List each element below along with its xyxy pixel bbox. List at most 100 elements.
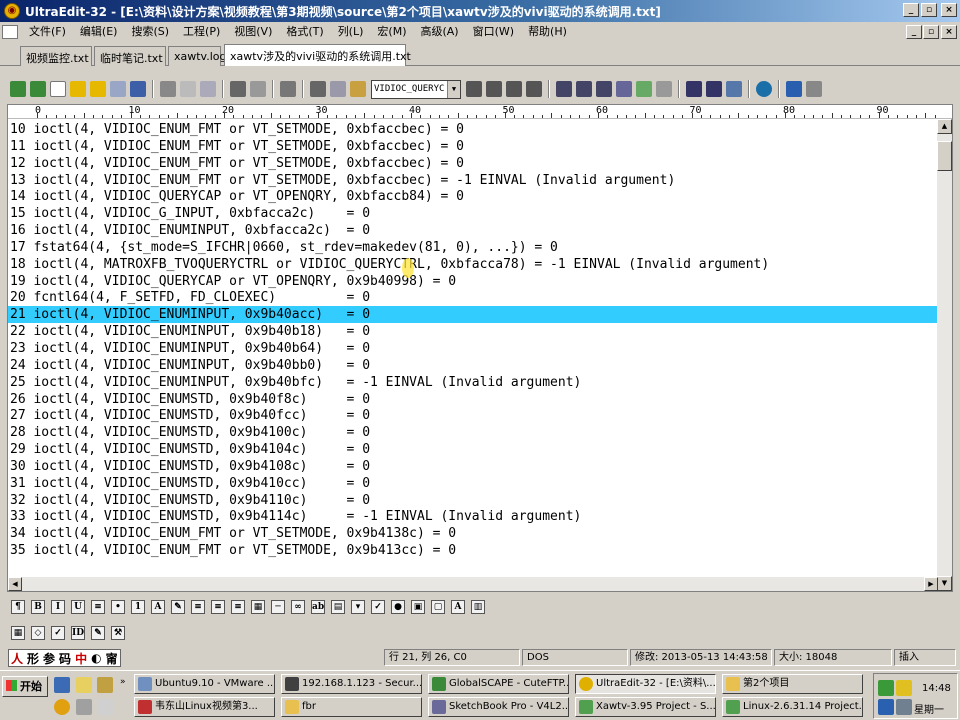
code-line[interactable]: 19 ioctl(4, VIDIOC_QUERYCAP or VT_OPENQR… xyxy=(8,273,938,290)
expand-quicklaunch-icon[interactable]: » xyxy=(120,677,126,687)
code-line[interactable]: 22 ioctl(4, VIDIOC_ENUMINPUT, 0x9b40b18)… xyxy=(8,323,938,340)
open-folder-alt-icon[interactable] xyxy=(90,81,106,97)
italic-icon[interactable]: I xyxy=(51,600,65,614)
vertical-scrollbar[interactable]: ▲ ▼ xyxy=(937,119,952,591)
frame-icon[interactable]: ▢ xyxy=(431,600,445,614)
page-setup-icon[interactable] xyxy=(200,81,216,97)
code-line[interactable]: 14 ioctl(4, VIDIOC_QUERYCAP or VT_OPENQR… xyxy=(8,188,938,205)
menu-help[interactable]: 帮助(H) xyxy=(521,23,574,41)
title-bar[interactable]: ◉ UltraEdit-32 - [E:\资料\设计方案\视频教程\第3期视频\… xyxy=(0,0,960,22)
code-line[interactable]: 24 ioctl(4, VIDIOC_ENUMINPUT, 0x9b40bb0)… xyxy=(8,357,938,374)
outdent-icon[interactable]: ≡ xyxy=(91,600,105,614)
context-help-icon[interactable] xyxy=(806,81,822,97)
align-left-icon[interactable] xyxy=(466,81,482,97)
find-next-icon[interactable] xyxy=(576,81,592,97)
tab-xawtv-log[interactable]: xawtv.log xyxy=(168,46,226,66)
tab-video-monitor[interactable]: 视频监控.txt xyxy=(20,46,92,66)
code-line[interactable]: 23 ioctl(4, VIDIOC_ENUMINPUT, 0x9b40b64)… xyxy=(8,340,938,357)
code-line[interactable]: 16 ioctl(4, VIDIOC_ENUMINPUT, 0xbfacca2c… xyxy=(8,222,938,239)
align-center-icon[interactable] xyxy=(486,81,502,97)
forward-icon[interactable] xyxy=(30,81,46,97)
numbered-list-icon[interactable]: 1 xyxy=(131,600,145,614)
line-numbers-icon[interactable] xyxy=(250,81,266,97)
link-icon[interactable]: ∞ xyxy=(291,600,305,614)
hr-icon[interactable]: ─ xyxy=(271,600,285,614)
underline-icon[interactable]: U xyxy=(71,600,85,614)
ime-char[interactable]: 中 xyxy=(73,650,89,667)
task-securecrt[interactable]: 192.168.1.123 - Secur... xyxy=(281,674,422,694)
task-linux-project[interactable]: Linux-2.6.31.14 Project... xyxy=(722,697,863,717)
document-icon[interactable] xyxy=(2,25,18,39)
html-id-icon[interactable]: ID xyxy=(71,626,85,640)
menu-macro[interactable]: 宏(M) xyxy=(370,23,413,41)
chevron-down-icon[interactable]: ▼ xyxy=(447,80,460,98)
tab-xawtv-syscalls[interactable]: xawtv涉及的vivi驱动的系统调用.txt xyxy=(224,44,411,66)
align-right-format-icon[interactable]: ≡ xyxy=(231,600,245,614)
open-folder-icon[interactable] xyxy=(70,81,86,97)
ime-logo-icon[interactable]: 人 xyxy=(9,650,25,667)
menu-file[interactable]: 文件(F) xyxy=(22,23,73,41)
justify-icon[interactable] xyxy=(526,81,542,97)
quicklaunch-icon[interactable] xyxy=(97,699,113,715)
back-icon[interactable] xyxy=(10,81,26,97)
find-icon[interactable] xyxy=(556,81,572,97)
replace-icon[interactable] xyxy=(616,81,632,97)
ime-char[interactable]: 甯 xyxy=(104,650,120,667)
tray-icon[interactable] xyxy=(878,699,894,715)
find-in-files-icon[interactable] xyxy=(636,81,652,97)
menu-project[interactable]: 工程(P) xyxy=(176,23,227,41)
font-color-icon[interactable]: A xyxy=(151,600,165,614)
scroll-left-icon[interactable]: ◀ xyxy=(8,577,22,591)
clock[interactable]: 14:48 xyxy=(922,683,951,694)
goto-icon[interactable] xyxy=(656,81,672,97)
task-sketchbook[interactable]: SketchBook Pro - V4L2... xyxy=(428,697,569,717)
code-line[interactable]: 30 ioctl(4, VIDIOC_ENUMSTD, 0x9b4108c) =… xyxy=(8,458,938,475)
format-icon[interactable]: ¶ xyxy=(11,600,25,614)
html-validate-icon[interactable]: ✓ xyxy=(51,626,65,640)
list-box-icon[interactable]: ▤ xyxy=(331,600,345,614)
quicklaunch-icon[interactable] xyxy=(97,677,113,693)
code-line[interactable]: 27 ioctl(4, VIDIOC_ENUMSTD, 0x9b40fcc) =… xyxy=(8,407,938,424)
highlight-icon[interactable]: ✎ xyxy=(171,600,185,614)
scroll-right-icon[interactable]: ▶ xyxy=(924,577,938,591)
task-folder[interactable]: 第2个项目 xyxy=(722,674,863,694)
ime-char[interactable]: 形 xyxy=(25,650,41,667)
align-center-format-icon[interactable]: ≡ xyxy=(211,600,225,614)
minimize-button[interactable]: _ xyxy=(903,3,919,17)
copy-icon[interactable] xyxy=(330,81,346,97)
scroll-up-icon[interactable]: ▲ xyxy=(937,119,952,134)
paste-icon[interactable] xyxy=(350,81,366,97)
code-line[interactable]: 21 ioctl(4, VIDIOC_ENUMINPUT, 0x9b40acc)… xyxy=(8,306,938,324)
bullet-list-icon[interactable]: • xyxy=(111,600,125,614)
task-ultraedit[interactable]: UltraEdit-32 - [E:\资料\... xyxy=(575,674,716,694)
code-line[interactable]: 12 ioctl(4, VIDIOC_ENUM_FMT or VT_SETMOD… xyxy=(8,155,938,172)
doc-restore-button[interactable]: ▫ xyxy=(923,25,939,39)
task-vmware[interactable]: Ubuntu9.10 - VMware ... xyxy=(134,674,275,694)
print-icon[interactable] xyxy=(160,81,176,97)
align-left-format-icon[interactable]: ≡ xyxy=(191,600,205,614)
image-icon[interactable]: ▣ xyxy=(411,600,425,614)
table-icon[interactable]: ▦ xyxy=(251,600,265,614)
code-line[interactable]: 13 ioctl(4, VIDIOC_ENUM_FMT or VT_SETMOD… xyxy=(8,172,938,189)
code-line[interactable]: 29 ioctl(4, VIDIOC_ENUMSTD, 0x9b4104c) =… xyxy=(8,441,938,458)
ime-char[interactable]: 码 xyxy=(57,650,73,667)
horizontal-scrollbar[interactable]: ◀ ▶ xyxy=(8,577,938,591)
code-line[interactable]: 35 ioctl(4, VIDIOC_ENUM_FMT or VT_SETMOD… xyxy=(8,542,938,559)
code-line[interactable]: 31 ioctl(4, VIDIOC_ENUMSTD, 0x9b410cc) =… xyxy=(8,475,938,492)
code-line[interactable]: 10 ioctl(4, VIDIOC_ENUM_FMT or VT_SETMOD… xyxy=(8,121,938,138)
menu-view[interactable]: 视图(V) xyxy=(227,23,279,41)
show-desktop-icon[interactable] xyxy=(54,677,70,693)
tab-temp-notes[interactable]: 临时笔记.txt xyxy=(94,46,166,66)
print-preview-icon[interactable] xyxy=(180,81,196,97)
textbox-icon[interactable]: ab xyxy=(311,600,325,614)
save-icon[interactable] xyxy=(130,81,146,97)
scroll-down-icon[interactable]: ▼ xyxy=(937,576,952,591)
code-line[interactable]: 32 ioctl(4, VIDIOC_ENUMSTD, 0x9b4110c) =… xyxy=(8,492,938,509)
task-fbr[interactable]: fbr xyxy=(281,697,422,717)
web-browser-icon[interactable] xyxy=(756,81,772,97)
find-previous-icon[interactable] xyxy=(596,81,612,97)
window-list-icon[interactable] xyxy=(726,81,742,97)
search-combo[interactable]: VIDIOC_QUERYC ▼ xyxy=(371,79,461,99)
start-button[interactable]: 开始 xyxy=(2,676,48,697)
quicklaunch-icon[interactable] xyxy=(76,677,92,693)
